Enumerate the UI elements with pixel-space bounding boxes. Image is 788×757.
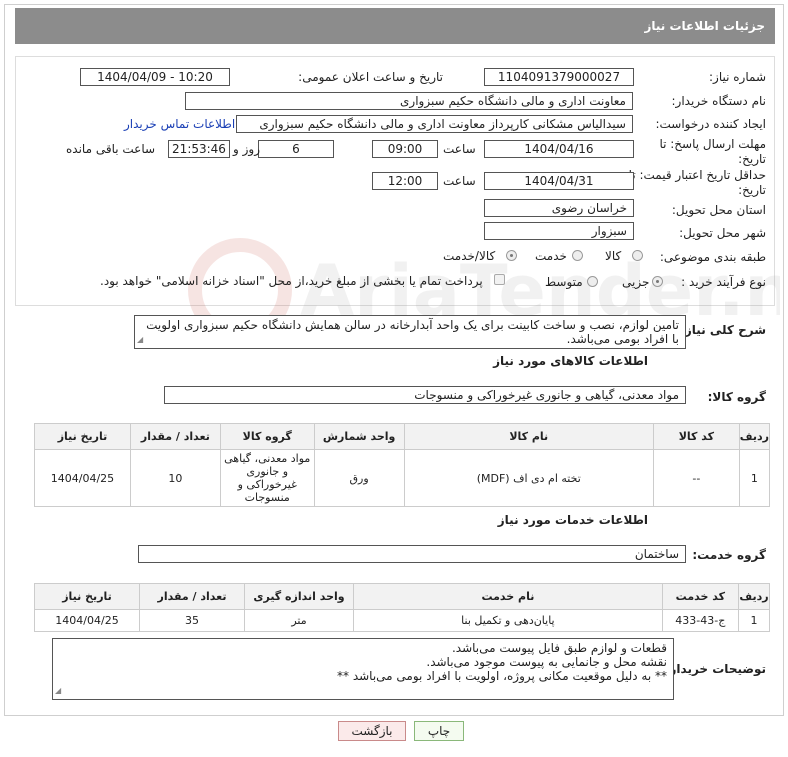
buyer-note-line: نقشه محل و جانمایی به پیوست موجود می‌باش… xyxy=(426,655,667,669)
goods-cell-date: 1404/04/25 xyxy=(34,449,131,507)
goods-col-unit: واحد شمارش xyxy=(313,423,405,450)
table-row: 1 ج-43-433 پایان‌دهی و تکمیل بنا متر 35 … xyxy=(33,609,771,632)
goods-cell-name: تخته ام دی اف (MDF) xyxy=(403,449,654,507)
services-group-label: گروه خدمت: xyxy=(692,548,766,562)
goods-col-name: نام کالا xyxy=(403,423,654,450)
days-field: 6 xyxy=(258,140,334,158)
deadline-time-field: 09:00 xyxy=(372,140,438,158)
city-label: شهر محل تحویل: xyxy=(679,226,766,240)
goods-cell-group: مواد معدنی، گیاهی و جانوری غیرخوراکی و م… xyxy=(219,449,315,507)
page-header: جزئیات اطلاعات نیاز xyxy=(15,8,775,44)
buyer-org-label: نام دستگاه خریدار: xyxy=(671,94,767,108)
print-button[interactable]: چاپ xyxy=(414,721,464,741)
price-time-field: 12:00 xyxy=(372,172,438,190)
price-date-field: 1404/04/31 xyxy=(484,172,634,190)
process-medium-radio[interactable] xyxy=(587,276,598,287)
services-col-row: ردیف xyxy=(737,583,771,610)
buyer-note-line: ** به دلیل موقعیت مکانی پروژه، اولویت با… xyxy=(337,669,667,683)
treasury-payment-checkbox[interactable] xyxy=(494,274,505,285)
page-title: جزئیات اطلاعات نیاز xyxy=(644,19,765,33)
goods-col-code: کد کالا xyxy=(652,423,740,450)
category-goods-radio[interactable] xyxy=(632,250,643,261)
price-time-label: ساعت xyxy=(443,174,476,188)
services-col-unit: واحد اندازه گیری xyxy=(243,583,355,610)
deadline-time-label: ساعت xyxy=(443,142,476,156)
process-option-minor: جزیی xyxy=(622,275,650,289)
description-text: تامین لوازم، نصب و ساخت کابینت برای یک و… xyxy=(146,318,679,346)
city-field: سبزوار xyxy=(484,222,634,240)
creator-label: ایجاد کننده درخواست: xyxy=(655,117,766,131)
deadline-label: مهلت ارسال پاسخ: تا تاریخ: xyxy=(659,137,766,166)
category-option-both: کالا/خدمت xyxy=(443,249,496,263)
treasury-payment-note: پرداخت تمام یا بخشی از مبلغ خرید،از محل … xyxy=(100,274,483,288)
services-table-header: ردیف کد خدمت نام خدمت واحد اندازه گیری ت… xyxy=(33,583,771,610)
process-option-medium: متوسط xyxy=(545,275,583,289)
province-label: استان محل تحویل: xyxy=(671,203,766,217)
goods-section-title: اطلاعات کالاهای مورد نیاز xyxy=(493,354,648,368)
description-label: شرح کلی نیاز: xyxy=(680,323,766,337)
category-option-goods: کالا xyxy=(605,249,622,263)
resize-grip-icon: ◢ xyxy=(55,686,62,695)
announce-label: تاریخ و ساعت اعلان عمومی: xyxy=(298,70,443,84)
buyer-org-field: معاونت اداری و مالی دانشگاه حکیم سبزواری xyxy=(185,92,633,110)
need-number-field: 1104091379000027 xyxy=(484,68,634,86)
services-col-date: تاریخ نیاز xyxy=(33,583,141,610)
remaining-time-field: 21:53:46 xyxy=(168,140,230,158)
services-cell-date: 1404/04/25 xyxy=(33,609,141,632)
services-cell-name: پایان‌دهی و تکمیل بنا xyxy=(353,609,663,632)
services-cell-code: ج-43-433 xyxy=(661,609,739,632)
category-label: طبقه بندی موضوعی: xyxy=(659,250,766,264)
services-col-qty: تعداد / مقدار xyxy=(139,583,245,610)
goods-col-qty: تعداد / مقدار xyxy=(129,423,221,450)
deadline-date-field: 1404/04/16 xyxy=(484,140,634,158)
goods-cell-code: -- xyxy=(652,449,740,507)
goods-col-date: تاریخ نیاز xyxy=(34,423,131,450)
goods-cell-row: 1 xyxy=(738,449,771,507)
goods-cell-unit: ورق xyxy=(313,449,405,507)
back-button[interactable]: بازگشت xyxy=(338,721,406,741)
services-cell-qty: 35 xyxy=(139,609,245,632)
buyer-notes-label: توضیحات خریدار: xyxy=(664,662,766,676)
announce-field: 1404/04/09 - 10:20 xyxy=(80,68,230,86)
resize-grip-icon: ◢ xyxy=(137,335,144,344)
goods-table: ردیف کد کالا نام کالا واحد شمارش گروه کا… xyxy=(34,423,771,507)
services-col-name: نام خدمت xyxy=(353,583,663,610)
price-validity-label: حداقل تاریخ اعتبار قیمت: تا تاریخ: xyxy=(628,168,766,197)
category-both-radio[interactable] xyxy=(506,250,517,261)
process-minor-radio[interactable] xyxy=(652,276,663,287)
services-section-title: اطلاعات خدمات مورد نیاز xyxy=(497,513,648,527)
days-label: روز و xyxy=(233,142,260,156)
buyer-notes-textarea[interactable]: قطعات و لوازم طبق فایل پیوست می‌باشد. نق… xyxy=(52,638,674,700)
category-option-service: خدمت xyxy=(535,249,567,263)
buyer-contact-link[interactable]: اطلاعات تماس خریدار xyxy=(124,117,235,131)
need-number-label: شماره نیاز: xyxy=(709,70,766,84)
remaining-label: ساعت باقی مانده xyxy=(66,142,156,156)
services-table: ردیف کد خدمت نام خدمت واحد اندازه گیری ت… xyxy=(33,583,771,632)
services-cell-unit: متر xyxy=(243,609,355,632)
buyer-note-line: قطعات و لوازم طبق فایل پیوست می‌باشد. xyxy=(451,641,667,655)
creator-field: سیدالیاس مشکانی کارپرداز معاونت اداری و … xyxy=(236,115,633,133)
category-service-radio[interactable] xyxy=(572,250,583,261)
goods-group-label: گروه کالا: xyxy=(707,390,766,404)
services-group-field: ساختمان xyxy=(138,545,686,563)
services-col-code: کد خدمت xyxy=(661,583,739,610)
process-label: نوع فرآیند خرید : xyxy=(681,275,766,289)
goods-col-group: گروه کالا xyxy=(219,423,315,450)
province-field: خراسان رضوی xyxy=(484,199,634,217)
goods-cell-qty: 10 xyxy=(129,449,221,507)
description-textarea[interactable]: تامین لوازم، نصب و ساخت کابینت برای یک و… xyxy=(134,315,686,349)
table-row: 1 -- تخته ام دی اف (MDF) ورق مواد معدنی،… xyxy=(34,449,771,507)
goods-table-header: ردیف کد کالا نام کالا واحد شمارش گروه کا… xyxy=(34,423,771,450)
goods-col-row: ردیف xyxy=(738,423,771,450)
services-cell-row: 1 xyxy=(737,609,771,632)
goods-group-field: مواد معدنی، گیاهی و جانوری غیرخوراکی و م… xyxy=(164,386,686,404)
